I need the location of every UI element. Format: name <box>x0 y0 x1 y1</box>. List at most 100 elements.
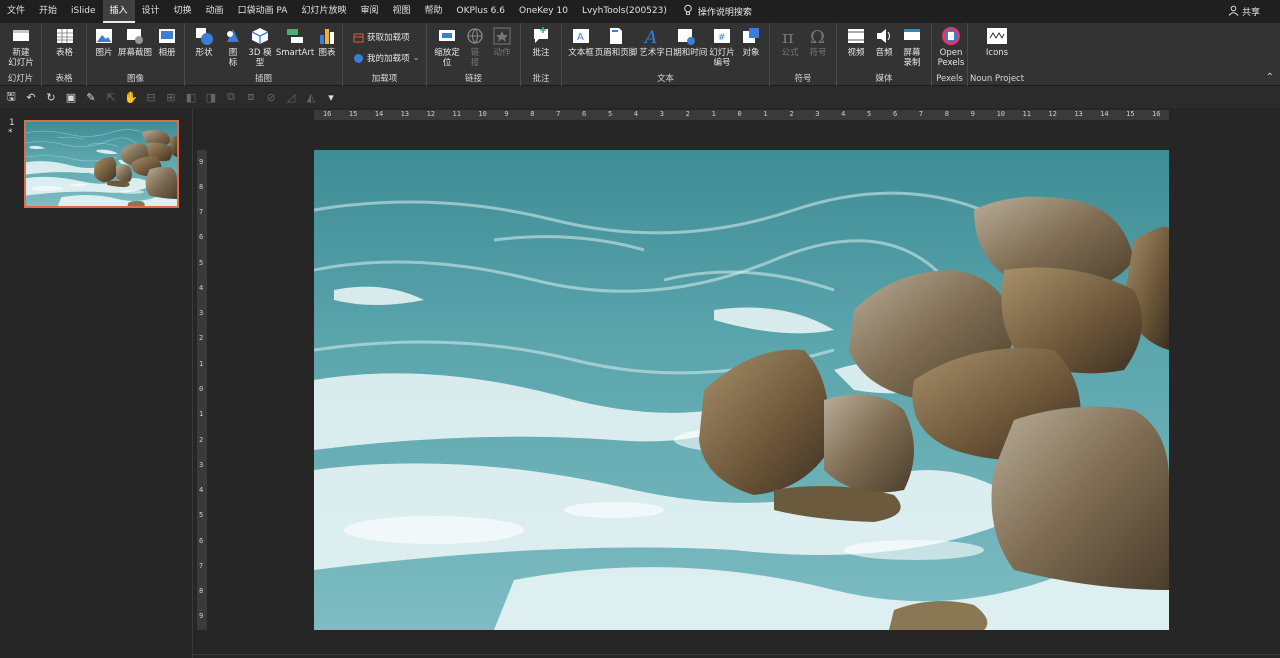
tab-animations[interactable]: 动画 <box>199 0 231 23</box>
tab-review[interactable]: 审阅 <box>353 0 385 23</box>
redo-icon[interactable]: ↻ <box>44 90 58 104</box>
album-button[interactable]: 相册 <box>155 26 179 58</box>
textbox-button[interactable]: A 文本框 <box>566 26 596 58</box>
get-addins-button[interactable]: 获取加载项 <box>353 31 410 43</box>
calendar-icon <box>678 29 695 45</box>
tab-onekey[interactable]: OneKey 10 <box>512 0 575 23</box>
new-slide-button[interactable]: 新建 幻灯片 <box>6 26 36 68</box>
ruler-tick-label: 2 <box>789 110 794 118</box>
my-addins-button[interactable]: 我的加载项 ⌄ <box>353 52 420 64</box>
smartart-button[interactable]: SmartArt <box>276 26 314 58</box>
group-icon[interactable]: ⧉ <box>224 90 238 104</box>
tab-slideshow[interactable]: 幻灯片放映 <box>294 0 353 23</box>
equation-button[interactable]: π 公式 <box>778 26 802 58</box>
audio-button[interactable]: 音频 <box>873 26 895 58</box>
tab-design[interactable]: 设计 <box>135 0 167 23</box>
ruler-tick-label: 3 <box>659 110 664 118</box>
group-slides: 新建 幻灯片 幻灯片 <box>0 23 42 86</box>
audio-label: 音频 <box>875 48 893 58</box>
undo-icon[interactable]: ↶ <box>24 90 38 104</box>
ungroup-icon[interactable]: ⧈ <box>244 90 258 104</box>
ruler-tick-label: 8 <box>199 587 204 596</box>
new-slide-label: 新建 幻灯片 <box>8 48 34 68</box>
shapes-button[interactable]: 形状 <box>193 26 215 58</box>
datetime-button[interactable]: 日期和时间 <box>665 26 707 58</box>
3d-model-button[interactable]: 3D 模 型 <box>247 26 273 68</box>
action-button[interactable]: 动作 <box>490 26 514 58</box>
screenshot-label: 屏幕截图 <box>117 48 152 58</box>
align-center-icon[interactable]: ⊞ <box>164 90 178 104</box>
slide-number-button[interactable]: # 幻灯片 编号 <box>708 26 736 68</box>
album-label: 相册 <box>158 48 176 58</box>
open-pexels-button[interactable]: Open Pexels <box>936 26 966 68</box>
object-button[interactable]: 对象 <box>738 26 764 58</box>
chart-button[interactable]: 图表 <box>317 26 337 58</box>
tab-home[interactable]: 开始 <box>32 0 64 23</box>
table-button[interactable]: 表格 <box>52 26 77 58</box>
tab-lvyhtools[interactable]: LvyhTools(200523) <box>575 0 674 23</box>
thumbnail-image <box>25 121 178 207</box>
tab-insert[interactable]: 插入 <box>102 0 135 23</box>
ruler-tick-label: 0 <box>737 110 742 118</box>
customize-qat-icon[interactable]: ▾ <box>324 90 338 104</box>
3d-model-label: 3D 模 型 <box>248 48 272 68</box>
textbox-icon: A <box>573 29 589 43</box>
screen-recording-label: 屏幕 录制 <box>903 48 921 68</box>
tab-help[interactable]: 帮助 <box>417 0 449 23</box>
icons-button[interactable]: 图 标 <box>223 26 243 68</box>
picture-icon <box>96 29 112 43</box>
ruler-tick-label: 5 <box>199 511 204 520</box>
shape-merge-icon[interactable]: ⊘ <box>264 90 278 104</box>
zoom-button[interactable]: 缩放定 位 <box>432 26 462 68</box>
ruler-tick-label: 8 <box>530 110 535 118</box>
ruler-tick-label: 9 <box>970 110 975 118</box>
screenshot-button[interactable]: 屏幕截图 <box>117 26 153 58</box>
send-back-icon[interactable]: ◨ <box>204 90 218 104</box>
format-painter-icon[interactable]: ✎ <box>84 90 98 104</box>
bring-front-icon[interactable]: ◧ <box>184 90 198 104</box>
icons-noun-button[interactable]: Icons <box>984 26 1010 58</box>
pointer-icon[interactable]: ⇱ <box>104 90 118 104</box>
link-label: 链 接 <box>470 48 480 68</box>
group-label-symbols: 符号 <box>794 74 812 84</box>
ruler-tick-label: 10 <box>996 110 1006 118</box>
flip-icon[interactable]: ◭ <box>304 90 318 104</box>
svg-text:Ω: Ω <box>810 27 825 46</box>
status-bar-divider <box>193 654 1280 655</box>
wordart-button[interactable]: A 艺术字 <box>639 26 665 58</box>
comment-button[interactable]: 批注 <box>530 26 552 58</box>
slide-thumbnail[interactable] <box>24 120 179 208</box>
album-icon <box>159 29 175 43</box>
rotate-icon[interactable]: ◿ <box>284 90 298 104</box>
tab-view[interactable]: 视图 <box>385 0 417 23</box>
screen-recording-button[interactable]: 屏幕 录制 <box>901 26 923 68</box>
video-button[interactable]: 视频 <box>845 26 867 58</box>
tab-islide[interactable]: iSlide <box>64 0 102 23</box>
video-icon <box>848 29 864 43</box>
hand-icon[interactable]: ✋ <box>124 90 138 104</box>
symbol-button[interactable]: Ω 符号 <box>806 26 830 58</box>
sea-rocks-photo[interactable] <box>314 150 1169 630</box>
save-icon[interactable]: 🖫 <box>4 90 18 104</box>
align-left-icon[interactable]: ⊟ <box>144 90 158 104</box>
collapse-ribbon-icon[interactable]: ⌃ <box>1266 72 1274 83</box>
link-button[interactable]: 链 接 <box>465 26 485 68</box>
hash-icon: # <box>714 29 730 43</box>
tab-okplus[interactable]: OKPlus 6.6 <box>450 0 512 23</box>
slide-canvas[interactable] <box>314 150 1169 630</box>
tab-transitions[interactable]: 切换 <box>167 0 199 23</box>
equation-label: 公式 <box>781 48 799 58</box>
ruler-tick-label: 3 <box>199 460 204 469</box>
svg-text:#: # <box>718 33 726 43</box>
ruler-tick-label: 8 <box>944 110 949 118</box>
header-footer-button[interactable]: 页眉和页脚 <box>595 26 637 58</box>
lightbulb-icon <box>682 4 694 19</box>
open-pexels-label: Open Pexels <box>937 48 965 68</box>
tab-pocket-animation[interactable]: 口袋动画 PA <box>231 0 295 23</box>
share-button[interactable]: 共享 <box>1228 0 1260 23</box>
tell-me-search[interactable]: 操作说明搜索 <box>682 4 752 19</box>
tab-file[interactable]: 文件 <box>0 0 32 23</box>
picture-button[interactable]: 图片 <box>92 26 116 58</box>
group-text: A 文本框 页眉和页脚 A 艺术字 日期和时间 # 幻灯片 编号 对象 文本 <box>562 23 770 86</box>
present-icon[interactable]: ▣ <box>64 90 78 104</box>
